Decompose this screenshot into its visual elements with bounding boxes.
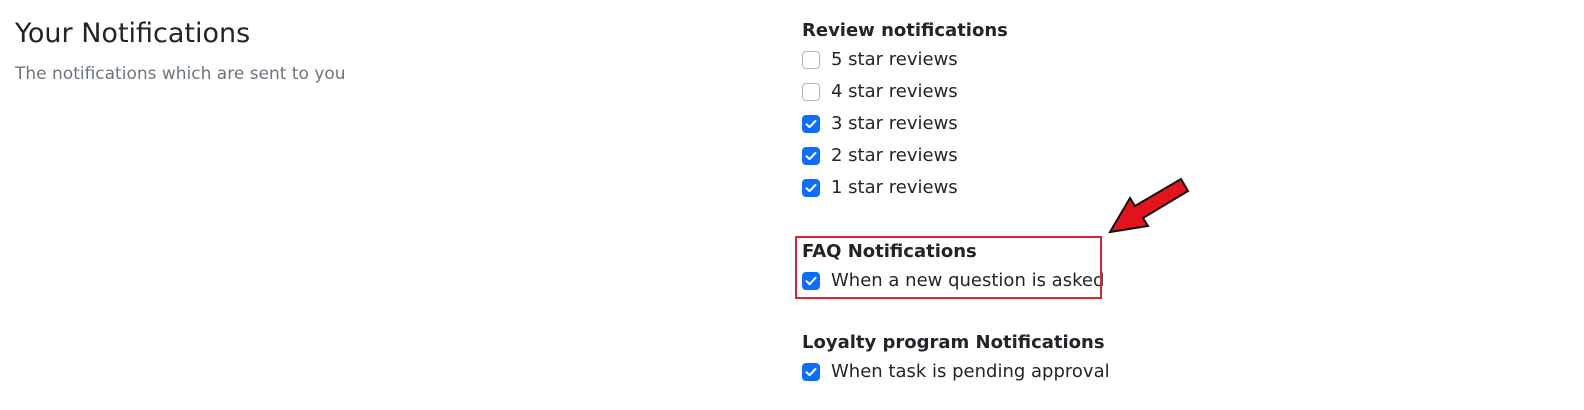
checkbox-5-star[interactable] (802, 51, 820, 69)
review-notifications-section: Review notifications 5 star reviews 4 st… (802, 19, 1008, 204)
check-label[interactable]: 1 star reviews (831, 176, 958, 200)
checkbox-2-star[interactable] (802, 147, 820, 165)
check-label[interactable]: 3 star reviews (831, 112, 958, 136)
check-label[interactable]: 4 star reviews (831, 80, 958, 104)
highlight-box (795, 236, 1102, 299)
check-label[interactable]: When task is pending approval (831, 360, 1110, 384)
review-item-1-star[interactable]: 1 star reviews (802, 172, 1008, 204)
review-item-2-star[interactable]: 2 star reviews (802, 140, 1008, 172)
notifications-page: Your Notifications The notifications whi… (0, 0, 1584, 410)
checkbox-3-star[interactable] (802, 115, 820, 133)
section-title-review: Review notifications (802, 20, 1008, 41)
loyalty-item-pending-approval[interactable]: When task is pending approval (802, 356, 1110, 388)
review-item-4-star[interactable]: 4 star reviews (802, 76, 1008, 108)
loyalty-notifications-section: Loyalty program Notifications When task … (802, 331, 1110, 388)
review-item-5-star[interactable]: 5 star reviews (802, 44, 1008, 76)
section-title-loyalty: Loyalty program Notifications (802, 332, 1105, 353)
checkbox-pending-approval[interactable] (802, 363, 820, 381)
page-title: Your Notifications (15, 18, 251, 49)
page-subtitle: The notifications which are sent to you (15, 64, 346, 84)
checkbox-1-star[interactable] (802, 179, 820, 197)
notifications-header: Your Notifications The notifications whi… (15, 16, 346, 86)
check-label[interactable]: 5 star reviews (831, 48, 958, 72)
arrow-pointing-down-left-icon (1108, 177, 1190, 234)
checkbox-4-star[interactable] (802, 83, 820, 101)
review-item-3-star[interactable]: 3 star reviews (802, 108, 1008, 140)
check-label[interactable]: 2 star reviews (831, 144, 958, 168)
